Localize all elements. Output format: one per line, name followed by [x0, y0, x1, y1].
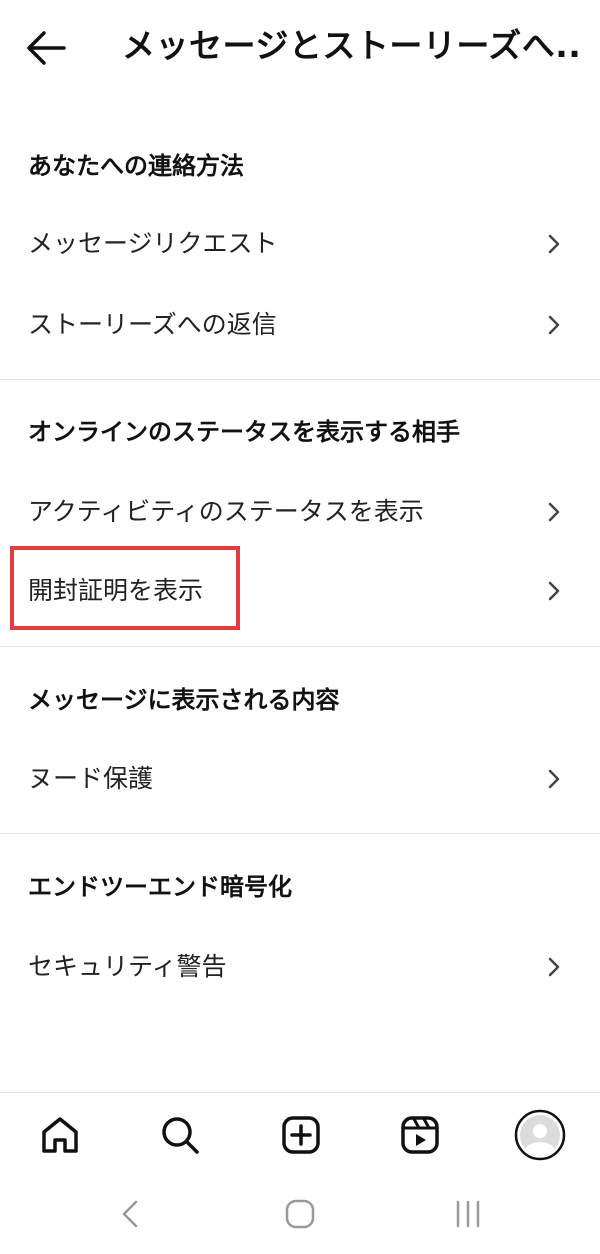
recent-apps-icon	[456, 1200, 480, 1228]
row-label: ストーリーズへの返信	[28, 310, 277, 339]
divider	[0, 646, 600, 647]
header: メッセージとストーリーズへ...	[0, 0, 600, 96]
home-circle-icon	[285, 1199, 315, 1229]
system-back-button[interactable]	[108, 1192, 152, 1236]
profile-avatar	[514, 1109, 566, 1161]
chevron-right-icon	[548, 581, 560, 601]
arrow-left-icon	[27, 31, 66, 65]
row-security-alerts[interactable]: セキュリティ警告	[0, 931, 600, 1003]
section-title-online-status: オンラインのステータスを表示する相手	[28, 418, 460, 446]
row-story-replies[interactable]: ストーリーズへの返信	[0, 289, 600, 361]
section-title-message-content: メッセージに表示される内容	[28, 686, 340, 714]
home-icon	[42, 1117, 78, 1153]
system-recents-button[interactable]	[446, 1192, 490, 1236]
nav-search[interactable]	[156, 1111, 204, 1159]
system-home-button[interactable]	[278, 1192, 322, 1236]
back-button[interactable]	[22, 26, 70, 70]
row-activity-status[interactable]: アクティビティのステータスを表示	[0, 476, 600, 548]
page-title: メッセージとストーリーズへ...	[122, 26, 582, 65]
highlight-box	[10, 546, 240, 630]
row-nudity-protection[interactable]: ヌード保護	[0, 743, 600, 815]
search-icon	[162, 1117, 199, 1154]
create-icon	[282, 1116, 320, 1154]
row-label: セキュリティ警告	[28, 952, 227, 981]
chevron-right-icon	[548, 502, 560, 522]
section-title-contact: あなたへの連絡方法	[28, 152, 244, 180]
chevron-right-icon	[548, 234, 560, 254]
reels-icon	[401, 1116, 439, 1154]
chevron-right-icon	[548, 957, 560, 977]
row-message-requests[interactable]: メッセージリクエスト	[0, 208, 600, 280]
bottom-nav	[0, 1092, 600, 1179]
row-label: メッセージリクエスト	[28, 229, 278, 258]
row-label: アクティビティのステータスを表示	[28, 497, 424, 526]
nav-home[interactable]	[36, 1111, 84, 1159]
row-label: ヌード保護	[28, 764, 154, 793]
divider	[0, 833, 600, 834]
chevron-left-icon	[122, 1200, 138, 1228]
section-title-e2e-encryption: エンドツーエンド暗号化	[28, 873, 292, 901]
nav-create[interactable]	[277, 1111, 325, 1159]
nav-profile[interactable]	[514, 1109, 566, 1161]
divider	[0, 379, 600, 380]
chevron-right-icon	[548, 769, 560, 789]
system-nav-bar	[0, 1182, 600, 1254]
chevron-right-icon	[548, 315, 560, 335]
nav-reels[interactable]	[396, 1111, 444, 1159]
